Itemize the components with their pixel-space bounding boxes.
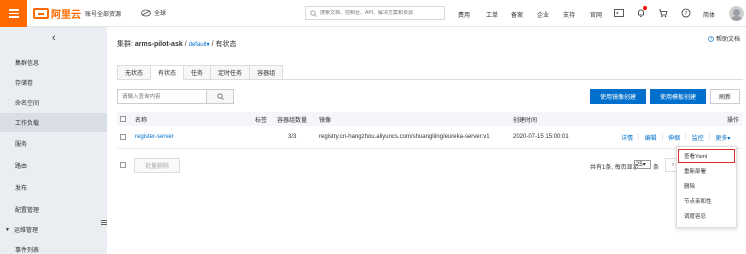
table-header: 名称 标签 容器组数量 镜像 创建时间 操作: [117, 112, 743, 126]
sidebar-item-workloads[interactable]: 工作负载: [0, 113, 107, 132]
search-button[interactable]: [206, 90, 233, 103]
nav-support[interactable]: 支持: [563, 10, 575, 19]
breadcrumb-sep: /: [211, 41, 214, 48]
menu-item-tolerations[interactable]: 调度容忍: [677, 209, 736, 223]
search-icon: [216, 93, 224, 100]
menu-item-node-affinity[interactable]: 节点亲和性: [677, 194, 736, 208]
brand-name: 阿里云: [51, 10, 81, 21]
col-labels: 标签: [255, 117, 268, 124]
action-details[interactable]: 详情: [621, 133, 633, 142]
caret-down-icon: ▾: [727, 135, 731, 142]
col-pods: 容器组数量: [277, 117, 308, 124]
global-search-input[interactable]: [320, 10, 440, 16]
region-label: 全球: [154, 11, 167, 17]
pager-unit: 条: [653, 165, 660, 171]
select-all-checkbox[interactable]: [120, 116, 126, 122]
create-from-template-button[interactable]: 使用模板创建: [650, 89, 706, 104]
sidebar-item-volumes[interactable]: 存储卷: [0, 73, 107, 92]
help-icon[interactable]: ?: [681, 8, 691, 18]
notification-badge: [643, 6, 647, 10]
search-icon: [310, 9, 317, 17]
action-scale[interactable]: 伸缩: [668, 133, 680, 142]
pager-summary: 共有1条, 每页显示:: [590, 165, 641, 171]
cart-icon[interactable]: [658, 8, 668, 18]
table-footer: 批量删除 共有1条, 每页显示: 25 ▾ 条 «: [117, 157, 743, 173]
col-actions: 操作: [727, 117, 740, 124]
col-image: 镜像: [319, 117, 332, 124]
nav-official-site[interactable]: 官网: [590, 10, 602, 19]
menu-item-redeploy[interactable]: 重新部署: [677, 164, 736, 178]
account-resources-selector[interactable]: 账号全部资源: [85, 9, 121, 18]
globe-icon: [141, 9, 151, 16]
table-search: [117, 89, 234, 104]
refresh-button[interactable]: 刷新: [710, 89, 740, 104]
sidebar-item-release[interactable]: 发布: [0, 178, 107, 197]
global-search[interactable]: [305, 6, 445, 20]
batch-delete-button[interactable]: 批量删除: [134, 158, 180, 173]
row-name-link[interactable]: register-server: [135, 126, 174, 148]
help-circle-icon: ?: [708, 35, 714, 42]
sidebar-item-events[interactable]: 事件列表: [0, 240, 107, 254]
sidebar-item-ingress[interactable]: 路由: [0, 156, 107, 175]
workload-tabs: 无状态 有状态 任务 定时任务 容器组: [117, 65, 743, 80]
sidebar-group-label: 运维管理: [13, 228, 38, 234]
create-from-image-button[interactable]: 使用镜像创建: [590, 89, 646, 104]
page-size-select[interactable]: 25 ▾: [634, 160, 651, 169]
breadcrumb-sep: /: [184, 41, 187, 48]
tab-deployments[interactable]: 无状态: [117, 65, 151, 80]
table-row: register-server 3/3 registry.cn-hangzhou…: [117, 126, 743, 149]
more-actions-menu: 查看Yaml 重新部署 删除 节点亲和性 调度容忍: [676, 146, 737, 228]
row-checkbox[interactable]: [120, 134, 126, 140]
tab-pods[interactable]: 容器组: [249, 65, 284, 80]
nav-tickets[interactable]: 工单: [486, 10, 498, 19]
svg-text:?: ?: [710, 36, 712, 41]
namespace-selector[interactable]: default▾: [189, 42, 210, 48]
footer-checkbox[interactable]: [120, 162, 126, 168]
top-bar: 阿里云 账号全部资源 全球 费用 工单 备案 企业 支持 官网 ? 简体: [0, 0, 746, 27]
tab-statefulsets[interactable]: 有状态: [150, 65, 184, 80]
sidebar-item-config[interactable]: 配置管理: [0, 200, 107, 219]
brand-logo[interactable]: 阿里云: [33, 7, 81, 21]
user-avatar[interactable]: [729, 6, 744, 21]
help-docs-link[interactable]: ? 帮助文档: [708, 34, 740, 43]
nav-enterprise[interactable]: 企业: [537, 10, 549, 19]
sidebar: ‹ 集群信息 存储卷 命名空间 工作负载 服务 路由 发布 配置管理 ▼ 运维管…: [0, 27, 107, 254]
svg-text:?: ?: [685, 11, 688, 17]
table-search-input[interactable]: [118, 90, 206, 103]
menu-item-delete[interactable]: 删除: [677, 179, 736, 193]
nav-icp[interactable]: 备案: [511, 10, 523, 19]
main-content: 集群: arms-pilot-ask / default▾ / 有状态 ? 帮助…: [107, 27, 746, 254]
caret-down-icon: ▼: [5, 226, 10, 233]
sidebar-item-cluster-info[interactable]: 集群信息: [0, 53, 107, 72]
sidebar-item-namespaces[interactable]: 命名空间: [0, 93, 107, 112]
breadcrumb-current: 有状态: [215, 41, 237, 48]
row-created: 2020-07-15 15:00:01: [513, 134, 569, 140]
row-actions: 详情 | 编辑 | 伸缩 | 监控 | 更多▾: [621, 133, 731, 142]
tab-jobs[interactable]: 任务: [183, 65, 211, 80]
breadcrumb-cluster: arms-pilot-ask: [134, 41, 183, 48]
row-image: registry.cn-hangzhou.aliyuncs.com/shuang…: [319, 134, 490, 140]
language-selector[interactable]: 简体: [703, 10, 715, 19]
menu-icon[interactable]: [0, 0, 27, 27]
sidebar-item-services[interactable]: 服务: [0, 134, 107, 153]
action-more[interactable]: 更多▾: [715, 133, 730, 142]
breadcrumb: 集群: arms-pilot-ask / default▾ / 有状态: [117, 39, 237, 49]
help-docs-label: 帮助文档: [715, 37, 740, 43]
terminal-icon[interactable]: [614, 8, 624, 18]
col-name: 名称: [135, 117, 148, 124]
tab-cronjobs[interactable]: 定时任务: [210, 65, 250, 80]
breadcrumb-prefix: 集群:: [117, 41, 135, 48]
caret-down-icon: ▾: [642, 162, 646, 168]
chevron-left-icon[interactable]: ‹: [52, 32, 56, 44]
region-selector[interactable]: 全球: [141, 8, 166, 17]
sidebar-group-ops[interactable]: ▼ 运维管理: [0, 220, 107, 239]
action-edit[interactable]: 编辑: [645, 133, 657, 142]
aliyun-logo-icon: [33, 8, 49, 19]
col-created: 创建时间: [513, 117, 538, 124]
nav-billing[interactable]: 费用: [458, 10, 470, 19]
action-monitor[interactable]: 监控: [692, 133, 704, 142]
menu-item-view-yaml[interactable]: 查看Yaml: [678, 149, 735, 163]
row-pods: 3/3: [288, 134, 297, 140]
